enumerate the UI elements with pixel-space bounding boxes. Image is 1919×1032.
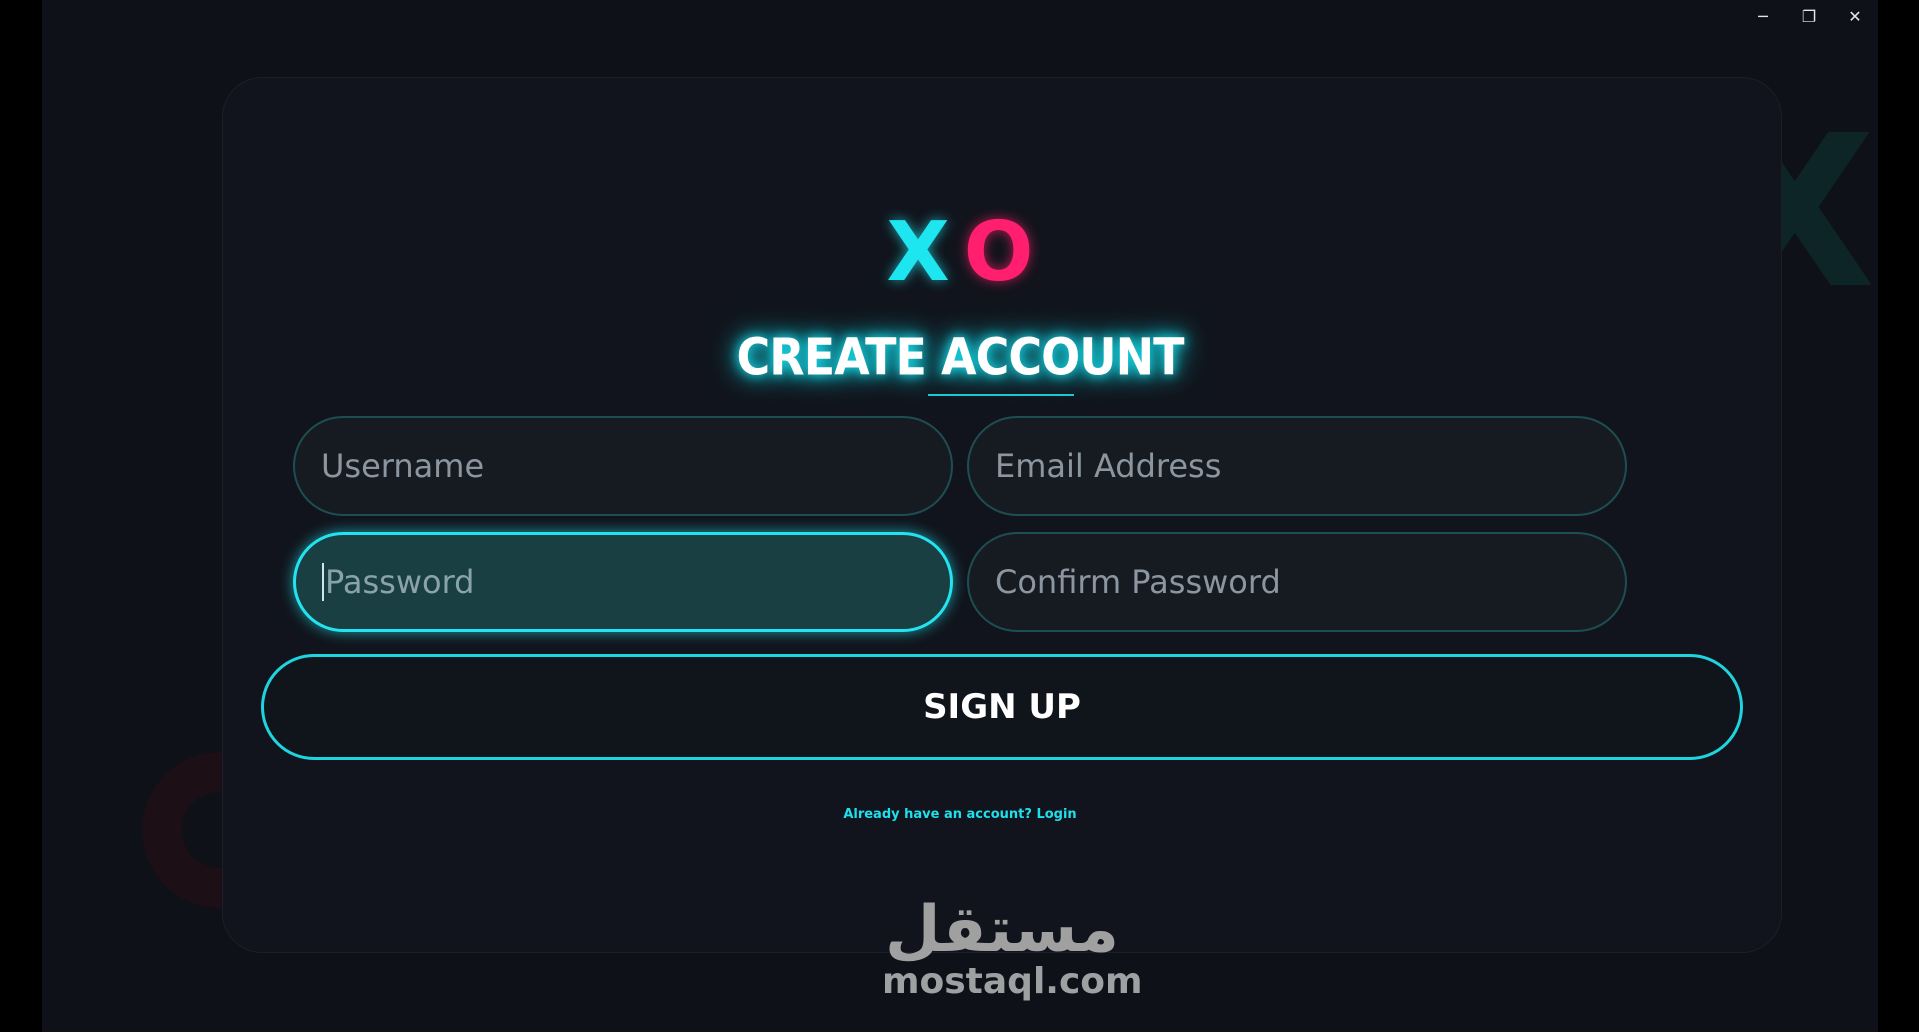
password-placeholder: Password xyxy=(325,563,475,601)
email-placeholder: Email Address xyxy=(995,447,1222,485)
username-field[interactable]: Username xyxy=(293,416,953,516)
restore-button[interactable]: ❐ xyxy=(1786,0,1832,32)
email-field[interactable]: Email Address xyxy=(967,416,1627,516)
watermark: مستقل mostaql.com xyxy=(882,893,1143,1002)
logo-x: X xyxy=(886,205,950,300)
watermark-latin: mostaql.com xyxy=(882,961,1143,1002)
text-caret xyxy=(322,563,324,601)
signup-button[interactable]: SIGN UP xyxy=(261,654,1743,760)
window-controls: ─ ❐ ✕ xyxy=(1740,0,1878,32)
restore-icon: ❐ xyxy=(1801,6,1817,26)
confirm-password-placeholder: Confirm Password xyxy=(995,563,1281,601)
login-link[interactable]: Already have an account? Login xyxy=(42,807,1878,822)
title-underline xyxy=(928,394,1074,396)
watermark-arabic: مستقل xyxy=(884,893,1120,967)
confirm-password-field[interactable]: Confirm Password xyxy=(967,532,1627,632)
page-title: CREATE ACCOUNT xyxy=(736,327,1185,387)
minimize-icon: ─ xyxy=(1758,6,1768,26)
close-icon: ✕ xyxy=(1848,6,1862,26)
app-window: ─ ❐ ✕ X X O CREATE ACCOUNT Username Emai… xyxy=(42,0,1878,1032)
logo-o: O xyxy=(963,205,1034,300)
password-field[interactable]: Password xyxy=(293,532,953,632)
xo-logo: X O xyxy=(42,212,1878,294)
minimize-button[interactable]: ─ xyxy=(1740,0,1786,32)
signup-button-label: SIGN UP xyxy=(923,687,1081,727)
username-placeholder: Username xyxy=(321,447,485,485)
close-button[interactable]: ✕ xyxy=(1832,0,1878,32)
